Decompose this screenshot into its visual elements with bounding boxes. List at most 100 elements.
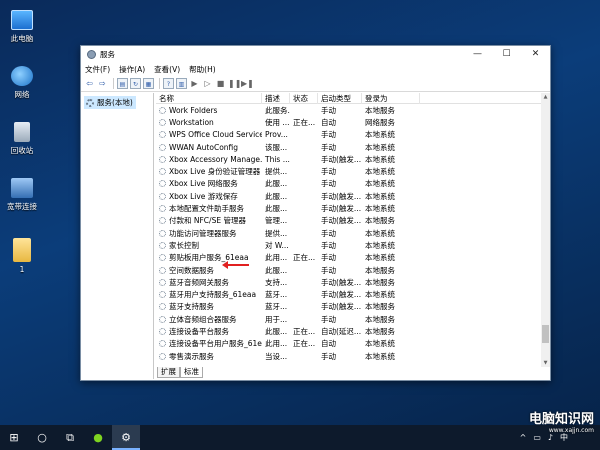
scroll-up-icon[interactable]: ▲ (541, 94, 550, 100)
menu-help[interactable]: 帮助(H) (189, 64, 216, 75)
service-description: 此用... (265, 253, 288, 263)
column-header-name[interactable]: 名称 (156, 93, 262, 104)
menu-view[interactable]: 查看(V) (154, 64, 180, 75)
table-row[interactable]: 功能访问管理器服务 提供... 手动 本地系统 (156, 227, 550, 239)
restart-service-icon[interactable]: ▶❚ (241, 78, 254, 89)
desktop-icon-folder[interactable]: 1 (2, 238, 42, 274)
taskbar: ⊞ ○ ⧉ ● ⚙ ^ ▭ ♪ 中 (0, 425, 600, 450)
service-name: 空间数据服务 (169, 265, 214, 275)
table-row[interactable]: 蓝牙音频网关服务 支持... 手动(触发... 本地服务 (156, 276, 550, 288)
service-name: 连接设备平台用户服务_61e... (169, 339, 262, 349)
table-row[interactable]: Work Folders 此服务... 手动 本地服务 (156, 104, 550, 116)
table-row[interactable]: Workstation 使用 ... 正在... 自动 网络服务 (156, 116, 550, 128)
service-logon-as: 本地系统 (365, 179, 395, 189)
service-description: 对 W... (265, 240, 289, 250)
desktop-icon-broadband[interactable]: 宽带连接 (2, 178, 42, 212)
table-row[interactable]: Xbox Live 网络服务 此服... 手动 本地系统 (156, 178, 550, 190)
service-logon-as: 本地服务 (365, 326, 395, 336)
back-icon[interactable]: ⇦ (84, 78, 95, 89)
tree-item-services-local[interactable]: 服务(本地) (84, 96, 136, 109)
service-logon-as: 本地系统 (365, 142, 395, 152)
service-name-cell: 剪贴板用户服务_61eaa (156, 252, 262, 263)
service-startup-type: 手动(触发... (321, 191, 362, 201)
menu-file[interactable]: 文件(F) (85, 64, 110, 75)
service-name: 蓝牙支持服务 (169, 302, 214, 312)
services-window: 服务 — ☐ ✕ 文件(F) 操作(A) 查看(V) 帮助(H) ⇦ ⇨ ▤ ↻… (80, 45, 551, 381)
table-row[interactable]: Xbox Live 身份验证管理器 提供... 手动 本地系统 (156, 165, 550, 177)
desktop-icon-network[interactable]: 网络 (2, 66, 42, 100)
tab-extended[interactable]: 扩展 (157, 367, 180, 378)
table-row[interactable]: 连接设备平台用户服务_61e... 此用... 正在... 自动 本地系统 (156, 338, 550, 350)
table-row[interactable]: Xbox Live 游戏保存 此服... 手动(触发... 本地系统 (156, 190, 550, 202)
service-startup-type: 手动 (321, 228, 336, 238)
table-row[interactable]: WWAN AutoConfig 该服... 手动 本地系统 (156, 141, 550, 153)
properties-icon[interactable]: ▥ (176, 78, 187, 89)
start-button[interactable]: ⊞ (0, 425, 28, 450)
stop-service-icon[interactable]: ■ (215, 78, 226, 89)
table-row[interactable]: 连接设备平台服务 此服... 正在... 自动(延迟... 本地服务 (156, 325, 550, 337)
chevron-up-icon[interactable]: ^ (520, 433, 527, 442)
service-startup-type: 手动 (321, 105, 336, 115)
desktop-icon-this-pc[interactable]: 此电脑 (2, 10, 42, 44)
table-row[interactable]: 本地配置文件助手服务 此服... 手动(触发... 本地系统 (156, 202, 550, 214)
title-bar[interactable]: 服务 — ☐ ✕ (81, 46, 550, 63)
table-row[interactable]: 家长控制 对 W... 手动 本地系统 (156, 239, 550, 251)
services-taskbar-icon[interactable]: ⚙ (112, 425, 140, 450)
window-title: 服务 (100, 50, 115, 59)
service-logon-as: 本地服务 (365, 314, 395, 324)
service-description: 此服务... (265, 105, 290, 115)
desktop-icon-recycle-bin[interactable]: 回收站 (2, 122, 42, 156)
table-row[interactable]: 空间数据服务 此服... 手动 本地服务 (156, 264, 550, 276)
table-row[interactable]: WPS Office Cloud Service Prov... 手动 本地系统 (156, 129, 550, 141)
menu-action[interactable]: 操作(A) (119, 64, 145, 75)
table-row[interactable]: Xbox Accessory Manage... This ... 手动(触发...… (156, 153, 550, 165)
maximize-button[interactable]: ☐ (492, 46, 521, 63)
scrollbar-thumb[interactable] (542, 325, 549, 343)
service-startup-type: 手动 (321, 142, 336, 152)
service-name: 立体音频组合器服务 (169, 314, 237, 324)
task-view-icon[interactable]: ⧉ (56, 425, 84, 450)
service-name-cell: Xbox Live 游戏保存 (156, 191, 262, 202)
service-name: 付款和 NFC/SE 管理器 (169, 216, 246, 226)
export-list-icon[interactable]: ▦ (143, 78, 154, 89)
start-service-alt-icon[interactable]: ▷ (202, 78, 213, 89)
table-row[interactable]: 蓝牙用户支持服务_61eaa 蓝牙... 手动(触发... 本地系统 (156, 288, 550, 300)
service-startup-type: 手动 (321, 179, 336, 189)
refresh-icon[interactable]: ↻ (130, 78, 141, 89)
close-button[interactable]: ✕ (521, 46, 550, 63)
service-startup-type: 手动 (321, 314, 336, 324)
red-annotation-arrow (222, 261, 249, 269)
gear-icon (159, 266, 166, 274)
cortana-search-icon[interactable]: ○ (28, 425, 56, 450)
vertical-scrollbar[interactable]: ▲ ▼ (541, 93, 550, 367)
table-row[interactable]: 付款和 NFC/SE 管理器 管理... 手动(触发... 本地服务 (156, 215, 550, 227)
gear-icon (159, 254, 166, 262)
network-tray-icon[interactable]: ▭ (533, 433, 541, 442)
column-header-startup-type[interactable]: 启动类型 (318, 93, 362, 104)
column-header-status[interactable]: 状态 (290, 93, 318, 104)
forward-icon[interactable]: ⇨ (97, 78, 108, 89)
service-logon-as: 本地系统 (365, 339, 395, 349)
volume-icon[interactable]: ♪ (548, 433, 553, 442)
service-startup-type: 自动 (321, 339, 336, 349)
pause-service-icon[interactable]: ❚❚ (228, 78, 241, 89)
column-header-description[interactable]: 描述 (262, 93, 290, 104)
table-row[interactable]: 剪贴板用户服务_61eaa 此用... 正在... 手动 本地系统 (156, 252, 550, 264)
service-description: 此服... (265, 265, 288, 275)
scroll-down-icon[interactable]: ▼ (541, 360, 550, 366)
service-description: 该服... (265, 142, 288, 152)
service-description: This ... (265, 154, 290, 164)
column-header-logon-as[interactable]: 登录为 (362, 93, 420, 104)
table-row[interactable]: 零售演示服务 当设... 手动 本地系统 (156, 350, 550, 362)
table-row[interactable]: 蓝牙支持服务 蓝牙... 手动(触发... 本地服务 (156, 301, 550, 313)
table-row[interactable]: 立体音频组合器服务 用于... 手动 本地服务 (156, 313, 550, 325)
service-startup-type: 手动(触发... (321, 290, 362, 300)
show-hide-tree-icon[interactable]: ▤ (117, 78, 128, 89)
start-service-icon[interactable]: ▶ (189, 78, 200, 89)
minimize-button[interactable]: — (463, 46, 492, 63)
service-logon-as: 网络服务 (365, 117, 395, 127)
service-startup-type: 手动 (321, 253, 336, 263)
tab-standard[interactable]: 标准 (180, 367, 203, 378)
app-green-icon[interactable]: ● (84, 425, 112, 450)
help-icon[interactable]: ? (163, 78, 174, 89)
